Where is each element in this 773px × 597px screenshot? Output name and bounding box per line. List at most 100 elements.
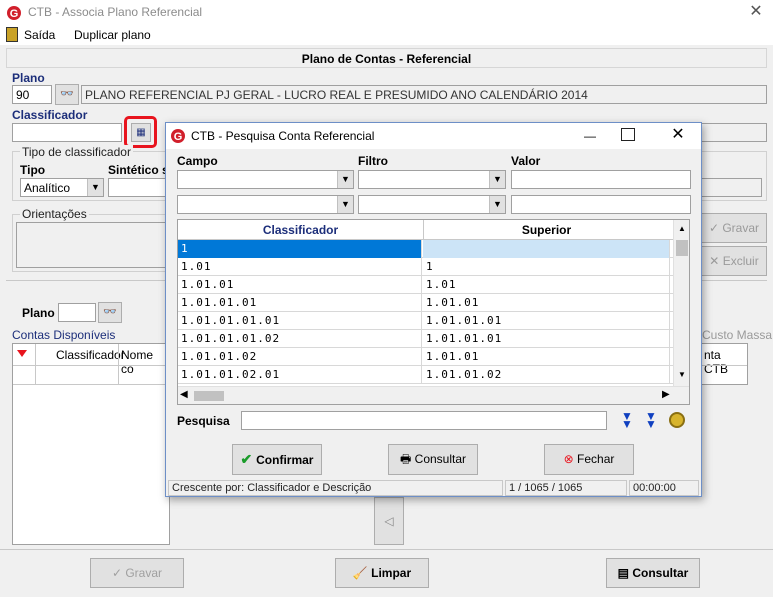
col-classificador[interactable]: Classificador (178, 223, 423, 237)
side-excluir-button[interactable]: ✕ Excluir (701, 246, 767, 276)
col-classificador[interactable]: Classificador (56, 348, 125, 362)
result-row[interactable]: 1.01.01.01.01 1.01.01.01 (178, 312, 673, 330)
filtro-select-2[interactable]: ▼ (358, 195, 506, 214)
campo-select-1[interactable]: ▼ (177, 170, 354, 189)
report-icon: ▤ (617, 566, 633, 580)
bottom-divider (0, 549, 773, 550)
status-order: Crescente por: Classificador e Descrição (168, 480, 503, 496)
svg-text:G: G (10, 8, 19, 20)
col-superior[interactable]: Superior (423, 223, 670, 237)
window-close-button[interactable]: ✕ (744, 2, 768, 22)
vertical-scrollbar[interactable]: ▲ ▼ (673, 220, 689, 386)
chevron-down-icon: ▼ (337, 196, 353, 213)
menu-exit[interactable]: Saída (24, 28, 55, 42)
scrollbar-thumb[interactable] (676, 240, 688, 256)
bottom-consultar-button[interactable]: ▤ Consultar (606, 558, 700, 588)
results-grid[interactable]: Classificador Superior 1 1.01 1 1.01.01 1.01… (177, 219, 690, 405)
scroll-up-icon[interactable]: ▲ (675, 224, 689, 233)
plano-description-field: PLANO REFERENCIAL PJ GERAL - LUCRO REAL … (81, 85, 767, 104)
status-count: 1 / 1065 / 1065 (505, 480, 627, 496)
plano-code-input[interactable]: 90 (12, 85, 52, 104)
dialog-title: CTB - Pesquisa Conta Referencial (191, 129, 375, 143)
result-row[interactable]: 1 (178, 240, 673, 258)
cell-classificador: 1 (178, 240, 422, 258)
dialog-close-button[interactable]: ✕ (666, 125, 690, 145)
sort-down-icon (17, 350, 27, 357)
cell-superior: 1.01.01 (423, 348, 670, 366)
menu-duplicate-plan[interactable]: Duplicar plano (74, 28, 151, 42)
pesquisa-input[interactable] (241, 411, 607, 430)
sintetico-description-field (700, 178, 762, 197)
grid-line (118, 344, 119, 384)
cell-superior: 1.01.01.01 (423, 312, 670, 330)
tipo-label: Tipo (20, 163, 46, 177)
app-logo-icon: G (7, 6, 21, 20)
valor-input-2[interactable] (511, 195, 691, 214)
lower-plano-input[interactable] (58, 303, 96, 322)
right-grid[interactable]: nta CTB (700, 343, 748, 385)
gear-icon[interactable] (669, 412, 685, 428)
bottom-gravar-button[interactable]: ✓ Gravar (90, 558, 184, 588)
close-circle-icon: ⊗ (563, 452, 578, 466)
scroll-left-icon[interactable]: ◀ (180, 389, 188, 400)
chevron-down-icon: ▼ (489, 196, 505, 213)
pesquisa-label: Pesquisa (177, 414, 230, 428)
cell-classificador: 1.01.01.01.01 (178, 312, 422, 330)
filtro-select-1[interactable]: ▼ (358, 170, 506, 189)
last-down-icon[interactable]: ▼ ▼ (645, 410, 657, 430)
filtro-label: Filtro (358, 154, 388, 168)
cell-classificador: 1.01.01.01 (178, 294, 422, 312)
result-row[interactable]: 1.01.01.01 1.01.01 (178, 294, 673, 312)
col-conta-ctb[interactable]: nta CTB (704, 348, 747, 376)
lower-plano-label: Plano (22, 306, 55, 320)
classificador-search-button[interactable]: ▦ (131, 123, 151, 142)
chevron-down-icon: ▼ (337, 171, 353, 188)
dialog-minimize-button[interactable]: — (578, 126, 602, 146)
results-rows: 1 1.01 1 1.01.01 1.01 1.01.01.01 1.01.01 1.01.0… (178, 240, 673, 386)
cell-superior: 1 (423, 258, 670, 276)
cell-superior: 1.01 (423, 276, 670, 294)
grid-line (13, 384, 169, 385)
dialog-maximize-button[interactable] (621, 128, 635, 141)
result-row[interactable]: 1.01.01 1.01 (178, 276, 673, 294)
broom-icon: 🧹 (352, 566, 372, 580)
consultar-button[interactable]: 🖶 Consultar (388, 444, 478, 475)
custo-massa-label: Custo Massa (702, 328, 773, 342)
orientacoes-label: Orientações (20, 207, 89, 221)
horizontal-scrollbar[interactable]: ◀ ▶ (178, 386, 689, 404)
result-row[interactable]: 1.01.01.02 1.01.01 (178, 348, 673, 366)
status-time: 00:00:00 (629, 480, 699, 496)
plano-search-button[interactable]: 👓 (55, 84, 79, 105)
grid-line (701, 365, 747, 366)
grid-line (423, 220, 424, 240)
grid-line (35, 344, 36, 384)
cell-superior: 1.01.01.02 (423, 366, 670, 384)
confirmar-button[interactable]: ✔ Confirmar (232, 444, 322, 475)
tipo-group-label: Tipo de classificador (20, 145, 133, 159)
side-gravar-button[interactable]: ✓ Gravar (701, 213, 767, 243)
scrollbar-thumb[interactable] (194, 391, 224, 401)
cell-superior: 1.01.01.01 (423, 330, 670, 348)
result-row[interactable]: 1.01.01.02.01 1.01.01.02 (178, 366, 673, 384)
cell-classificador: 1.01.01.02 (178, 348, 422, 366)
contas-grid[interactable]: Classificador Nome co (12, 343, 170, 545)
svg-text:G: G (174, 131, 183, 143)
fechar-button[interactable]: ⊗ Fechar (544, 444, 634, 475)
next-down-icon[interactable]: ▼ ▼ (621, 410, 633, 430)
tipo-select[interactable]: Analítico ▼ (20, 178, 104, 197)
campo-select-2[interactable]: ▼ (177, 195, 354, 214)
result-row[interactable]: 1.01 1 (178, 258, 673, 276)
result-row[interactable]: 1.01.01.01.02 1.01.01.01 (178, 330, 673, 348)
classificador-input[interactable] (12, 123, 122, 142)
cell-classificador: 1.01 (178, 258, 422, 276)
scroll-right-icon[interactable]: ▶ (662, 389, 670, 400)
lower-plano-search-button[interactable]: 👓 (98, 302, 122, 323)
valor-input-1[interactable] (511, 170, 691, 189)
col-nome[interactable]: Nome co (121, 348, 169, 376)
sintetico-input[interactable] (108, 178, 166, 197)
bottom-limpar-button[interactable]: 🧹 Limpar (335, 558, 429, 588)
scroll-down-icon[interactable]: ▼ (675, 370, 689, 379)
window-title: CTB - Associa Plano Referencial (28, 5, 203, 19)
move-left-button[interactable]: ◁ (374, 497, 404, 545)
cell-classificador: 1.01.01 (178, 276, 422, 294)
